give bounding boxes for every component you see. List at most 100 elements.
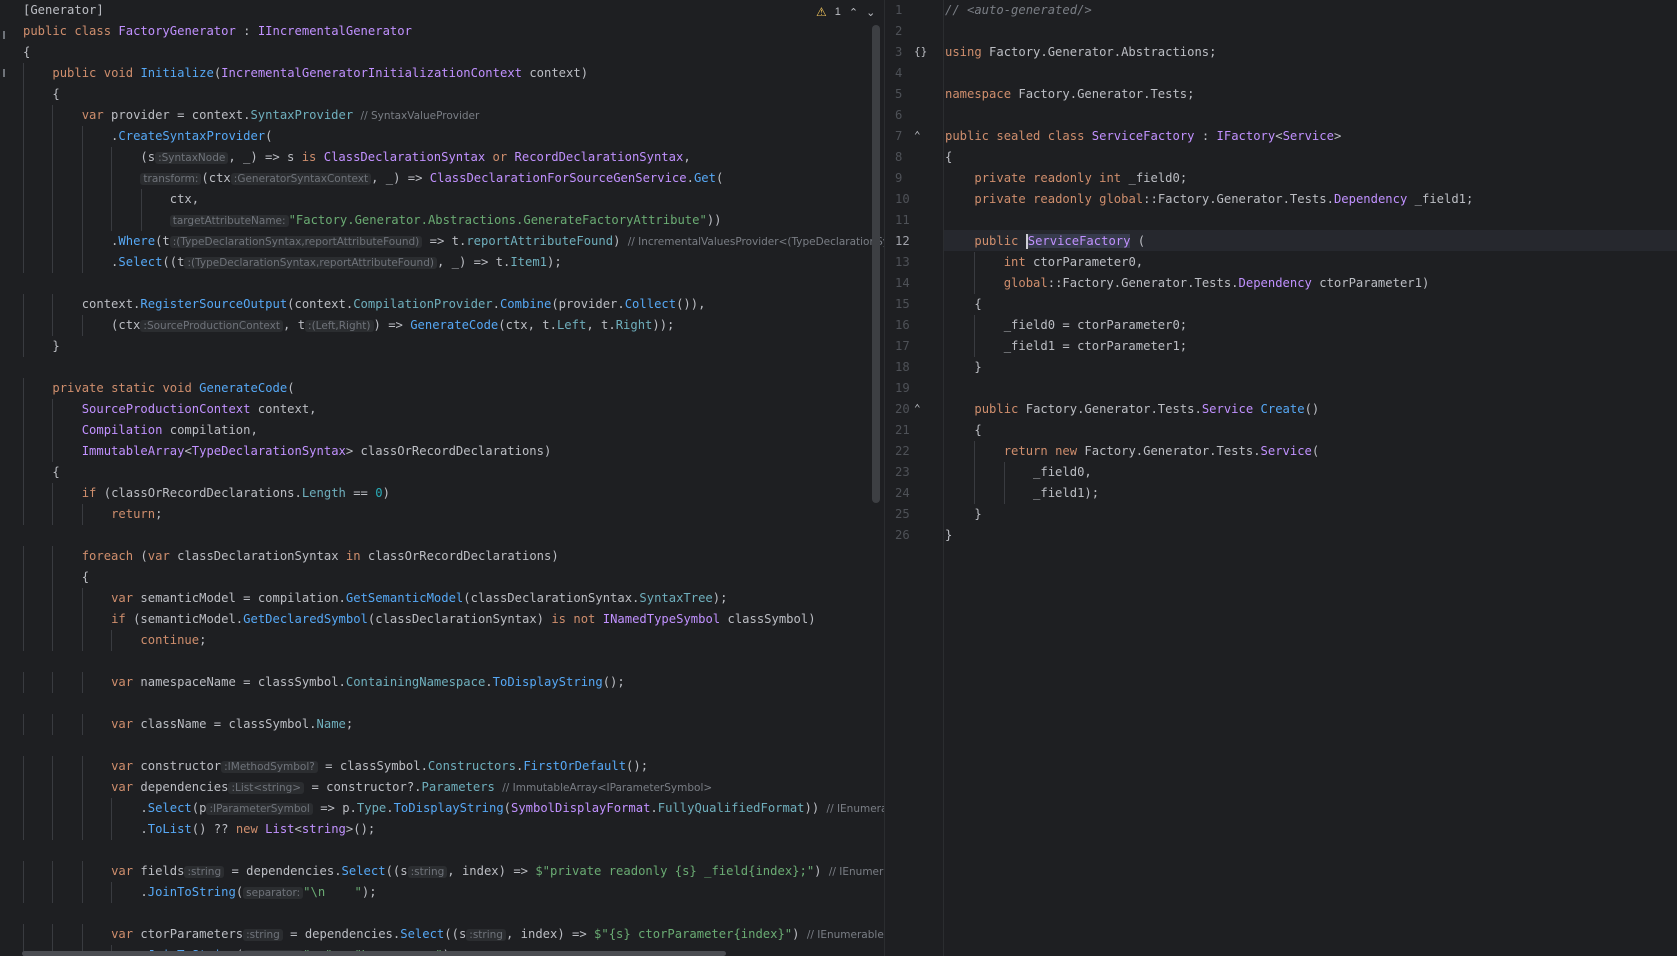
vertical-scrollbar[interactable] bbox=[872, 25, 880, 503]
line-number[interactable]: 17 bbox=[895, 336, 925, 357]
code-line[interactable]: } bbox=[23, 336, 883, 357]
code-line[interactable]: { bbox=[945, 147, 1675, 168]
code-line[interactable]: (s:SyntaxNode, _) => s is ClassDeclarati… bbox=[23, 147, 883, 168]
line-number[interactable]: 1 bbox=[895, 0, 925, 21]
line-number[interactable]: 22 bbox=[895, 441, 925, 462]
line-number[interactable]: 4 bbox=[895, 63, 925, 84]
code-line[interactable]: var className = classSymbol.Name; bbox=[23, 714, 883, 735]
code-line[interactable]: _field1 = ctorParameter1; bbox=[945, 336, 1675, 357]
code-line[interactable]: var semanticModel = compilation.GetSeman… bbox=[23, 588, 883, 609]
code-line[interactable]: public class FactoryGenerator : IIncreme… bbox=[23, 21, 883, 42]
left-editor-pane[interactable]: ⚠ 1 ⌃ ⌄ [Generator] public class FactoryG… bbox=[0, 0, 884, 956]
code-line[interactable] bbox=[945, 378, 1675, 399]
right-editor-pane[interactable]: 1 2 3 4 5 6 7 8 9 10 11 12 13 14 15 16 17 18 19 20 21 22 23 24 2… bbox=[884, 0, 1677, 956]
code-line[interactable]: private readonly global::Factory.Generat… bbox=[945, 189, 1675, 210]
code-line[interactable]: targetAttributeName: "Factory.Generator.A… bbox=[23, 210, 883, 231]
code-line[interactable] bbox=[23, 273, 883, 294]
line-number[interactable]: 2 bbox=[895, 21, 925, 42]
line-number[interactable]: 18 bbox=[895, 357, 925, 378]
code-line[interactable]: return; bbox=[23, 504, 883, 525]
code-line[interactable] bbox=[23, 693, 883, 714]
code-line[interactable] bbox=[945, 105, 1675, 126]
line-number[interactable]: 9 bbox=[895, 168, 925, 189]
code-line[interactable]: using Factory.Generator.Abstractions; bbox=[945, 42, 1675, 63]
code-line[interactable]: context.RegisterSourceOutput(context.Com… bbox=[23, 294, 883, 315]
code-line[interactable]: public void Initialize(IncrementalGenera… bbox=[23, 63, 883, 84]
line-number[interactable]: 10 bbox=[895, 189, 925, 210]
code-line[interactable]: var fields:string = dependencies.Select(… bbox=[23, 861, 884, 882]
code-line[interactable]: namespace Factory.Generator.Tests; bbox=[945, 84, 1675, 105]
line-number[interactable]: 26 bbox=[895, 525, 925, 546]
code-line[interactable] bbox=[945, 210, 1675, 231]
code-line[interactable] bbox=[945, 21, 1675, 42]
code-line[interactable] bbox=[23, 651, 883, 672]
code-line[interactable] bbox=[23, 903, 883, 924]
code-line[interactable]: public Factory.Generator.Tests.Service C… bbox=[945, 399, 1675, 420]
code-line[interactable]: ImmutableArray<TypeDeclarationSyntax> cl… bbox=[23, 441, 883, 462]
code-line[interactable] bbox=[945, 63, 1675, 84]
line-number[interactable]: 19 bbox=[895, 378, 925, 399]
code-line[interactable] bbox=[23, 840, 883, 861]
code-line[interactable]: if (classOrRecordDeclarations.Length == … bbox=[23, 483, 883, 504]
line-number[interactable]: 14 bbox=[895, 273, 925, 294]
code-line[interactable]: continue; bbox=[23, 630, 883, 651]
code-line[interactable]: public ServiceFactory ( bbox=[945, 231, 1675, 252]
line-number[interactable]: 8 bbox=[895, 147, 925, 168]
code-line[interactable]: .Where(t:(TypeDeclarationSyntax,reportAt… bbox=[23, 231, 884, 252]
braces-icon[interactable]: {} bbox=[914, 45, 927, 58]
code-line[interactable]: var provider = context.SyntaxProvider //… bbox=[23, 105, 883, 126]
code-line[interactable]: int ctorParameter0, bbox=[945, 252, 1675, 273]
code-line[interactable]: } bbox=[945, 525, 1675, 546]
line-number[interactable]: 13 bbox=[895, 252, 925, 273]
code-line[interactable]: { bbox=[23, 42, 883, 63]
code-line[interactable]: Compilation compilation, bbox=[23, 420, 883, 441]
code-line[interactable]: [Generator] bbox=[23, 0, 883, 21]
line-number[interactable]: 23 bbox=[895, 462, 925, 483]
code-line[interactable]: } bbox=[945, 504, 1675, 525]
code-line[interactable]: SourceProductionContext context, bbox=[23, 399, 883, 420]
line-number[interactable]: 24 bbox=[895, 483, 925, 504]
code-line[interactable]: (ctx:SourceProductionContext, t:(Left,Ri… bbox=[23, 315, 883, 336]
code-line[interactable]: var ctorParameters:string = dependencies… bbox=[23, 924, 884, 945]
code-line[interactable]: foreach (var classDeclarationSyntax in c… bbox=[23, 546, 883, 567]
code-line[interactable]: var constructor:IMethodSymbol? = classSy… bbox=[23, 756, 883, 777]
horizontal-scrollbar[interactable] bbox=[22, 951, 726, 956]
code-line[interactable]: .CreateSyntaxProvider( bbox=[23, 126, 883, 147]
code-line[interactable]: global::Factory.Generator.Tests.Dependen… bbox=[945, 273, 1675, 294]
code-line[interactable]: .Select((t:(TypeDeclarationSyntax,report… bbox=[23, 252, 883, 273]
code-line[interactable]: { bbox=[23, 567, 883, 588]
code-line[interactable]: if (semanticModel.GetDeclaredSymbol(clas… bbox=[23, 609, 883, 630]
code-line[interactable]: _field0, bbox=[945, 462, 1675, 483]
line-number[interactable]: 21 bbox=[895, 420, 925, 441]
code-line[interactable]: } bbox=[945, 357, 1675, 378]
line-number[interactable]: 15 bbox=[895, 294, 925, 315]
code-line[interactable] bbox=[23, 357, 883, 378]
code-line[interactable]: { bbox=[945, 294, 1675, 315]
code-line[interactable]: ctx, bbox=[23, 189, 883, 210]
code-line[interactable]: return new Factory.Generator.Tests.Servi… bbox=[945, 441, 1675, 462]
code-line[interactable]: transform: (ctx:GeneratorSyntaxContext, _… bbox=[23, 168, 883, 189]
line-number[interactable]: 11 bbox=[895, 210, 925, 231]
line-number[interactable]: 12 bbox=[895, 231, 925, 252]
code-line[interactable]: _field1); bbox=[945, 483, 1675, 504]
line-number[interactable]: 25 bbox=[895, 504, 925, 525]
code-line[interactable]: .JoinToString(separator: "\n "); bbox=[23, 882, 883, 903]
line-number[interactable]: 6 bbox=[895, 105, 925, 126]
code-line[interactable]: var dependencies:List<string> = construc… bbox=[23, 777, 883, 798]
left-code-area[interactable]: [Generator] public class FactoryGenerator… bbox=[23, 0, 884, 956]
code-line[interactable]: { bbox=[23, 84, 883, 105]
code-line[interactable]: private readonly int _field0; bbox=[945, 168, 1675, 189]
line-number[interactable]: 16 bbox=[895, 315, 925, 336]
code-line[interactable]: public sealed class ServiceFactory : IFa… bbox=[945, 126, 1675, 147]
code-line[interactable]: { bbox=[945, 420, 1675, 441]
line-number[interactable]: 5 bbox=[895, 84, 925, 105]
implements-gutter-icon[interactable]: ⌃ bbox=[914, 402, 921, 415]
code-line[interactable]: private static void GenerateCode( bbox=[23, 378, 883, 399]
implements-gutter-icon[interactable]: ⌃ bbox=[914, 129, 921, 142]
code-line[interactable]: .Select(p:IParameterSymbol => p.Type.ToD… bbox=[23, 798, 884, 819]
code-line[interactable]: // <auto-generated/> bbox=[945, 0, 1675, 21]
code-line[interactable] bbox=[23, 525, 883, 546]
code-line[interactable]: .ToList() ?? new List<string>(); bbox=[23, 819, 883, 840]
code-line[interactable]: _field0 = ctorParameter0; bbox=[945, 315, 1675, 336]
code-line[interactable]: var namespaceName = classSymbol.Containi… bbox=[23, 672, 883, 693]
